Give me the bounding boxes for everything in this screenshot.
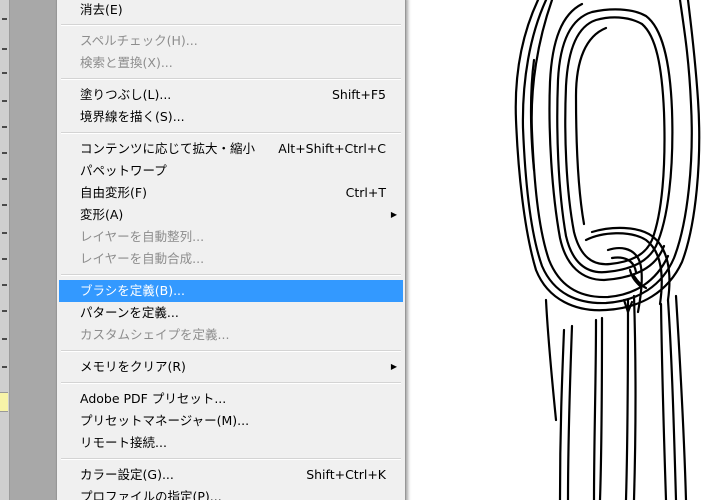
- menu-item-preset-manager[interactable]: プリセットマネージャー(M)...: [59, 410, 403, 432]
- menu-item-label: カスタムシェイプを定義...: [80, 327, 230, 342]
- triangle-right-icon: ▶: [390, 362, 397, 371]
- workspace-background: [10, 0, 56, 500]
- tool-icon[interactable]: [2, 152, 7, 154]
- menu-separator: [61, 132, 401, 134]
- menu-item-label: ブラシを定義(B)...: [80, 283, 185, 298]
- menu-item-find-replace[interactable]: 検索と置換(X)...: [59, 52, 403, 74]
- menu-item-spell-check[interactable]: スペルチェック(H)...: [59, 30, 403, 52]
- menu-item-label: コンテンツに応じて拡大・縮小: [80, 141, 256, 156]
- menu-separator: [61, 78, 401, 80]
- tool-icon[interactable]: [2, 366, 7, 368]
- triangle-right-icon: ▶: [390, 210, 397, 219]
- tool-icon[interactable]: [2, 310, 7, 312]
- tool-icon[interactable]: [2, 18, 7, 20]
- menu-item-shortcut: Ctrl+T: [345, 185, 386, 200]
- tools-panel[interactable]: [0, 0, 10, 500]
- menu-item-label: 検索と置換(X)...: [80, 55, 173, 70]
- menu-item-label: 自由変形(F): [80, 185, 147, 200]
- menu-item-stroke[interactable]: 境界線を描く(S)...: [59, 106, 403, 128]
- menu-item-label: パターンを定義...: [80, 305, 179, 320]
- menu-separator: [61, 24, 401, 26]
- menu-item-label: レイヤーを自動整列...: [80, 229, 205, 244]
- tool-icon[interactable]: [2, 284, 7, 286]
- menu-item-color-settings[interactable]: カラー設定(G)... Shift+Ctrl+K: [59, 464, 403, 486]
- menu-item-label: Adobe PDF プリセット...: [80, 391, 227, 406]
- menu-item-label: スペルチェック(H)...: [80, 33, 198, 48]
- menu-item-shortcut: Shift+Ctrl+K: [306, 467, 386, 482]
- menu-item-free-transform[interactable]: 自由変形(F) Ctrl+T: [59, 182, 403, 204]
- menu-item-content-aware-scale[interactable]: コンテンツに応じて拡大・縮小 Alt+Shift+Ctrl+C: [59, 138, 403, 160]
- tool-icon[interactable]: [2, 338, 7, 340]
- menu-item-shortcut: Alt+Shift+Ctrl+C: [278, 141, 386, 156]
- menu-item-label: メモリをクリア(R): [80, 359, 186, 374]
- menu-separator: [61, 274, 401, 276]
- foreground-color-swatch[interactable]: [0, 392, 8, 412]
- menu-item-fill[interactable]: 塗りつぶし(L)... Shift+F5: [59, 84, 403, 106]
- tool-icon[interactable]: [2, 232, 7, 234]
- menu-item-label: 塗りつぶし(L)...: [80, 87, 172, 102]
- menu-item-label: プリセットマネージャー(M)...: [80, 413, 250, 428]
- tool-icon[interactable]: [2, 258, 7, 260]
- menu-item-clear[interactable]: 消去(E): [59, 0, 403, 21]
- chain-sketch-drawing: [514, 0, 701, 500]
- menu-separator: [61, 382, 401, 384]
- tool-icon[interactable]: [2, 72, 7, 74]
- tool-icon[interactable]: [2, 100, 7, 102]
- photoshop-workspace: 消去(E) スペルチェック(H)... 検索と置換(X)... 塗りつぶし(L)…: [0, 0, 710, 500]
- menu-item-label: レイヤーを自動合成...: [80, 251, 205, 266]
- menu-item-auto-blend-layers[interactable]: レイヤーを自動合成...: [59, 248, 403, 270]
- tool-icon[interactable]: [2, 48, 7, 50]
- menu-item-shortcut: Shift+F5: [331, 87, 386, 102]
- menu-item-adobe-pdf-presets[interactable]: Adobe PDF プリセット...: [59, 388, 403, 410]
- menu-item-label: 消去(E): [80, 2, 123, 17]
- menu-separator: [61, 350, 401, 352]
- menu-item-purge[interactable]: メモリをクリア(R) ▶: [59, 356, 403, 378]
- menu-item-label: プロファイルの指定(P)...: [80, 489, 222, 500]
- tool-icon[interactable]: [2, 178, 7, 180]
- edit-menu-dropdown: 消去(E) スペルチェック(H)... 検索と置換(X)... 塗りつぶし(L)…: [56, 0, 406, 500]
- menu-item-define-pattern[interactable]: パターンを定義...: [59, 302, 403, 324]
- menu-item-label: 境界線を描く(S)...: [80, 109, 185, 124]
- menu-item-define-custom-shape[interactable]: カスタムシェイプを定義...: [59, 324, 403, 346]
- document-canvas[interactable]: [406, 0, 710, 500]
- menu-separator: [61, 458, 401, 460]
- menu-item-define-brush[interactable]: ブラシを定義(B)...: [59, 280, 403, 302]
- tool-icon[interactable]: [2, 204, 7, 206]
- menu-item-label: パペットワープ: [80, 163, 167, 178]
- menu-item-label: カラー設定(G)...: [80, 467, 174, 482]
- menu-item-puppet-warp[interactable]: パペットワープ: [59, 160, 403, 182]
- menu-item-transform[interactable]: 変形(A) ▶: [59, 204, 403, 226]
- menu-item-auto-align-layers[interactable]: レイヤーを自動整列...: [59, 226, 403, 248]
- menu-item-assign-profile[interactable]: プロファイルの指定(P)...: [59, 486, 403, 500]
- menu-item-remote-connections[interactable]: リモート接続...: [59, 432, 403, 454]
- menu-item-label: リモート接続...: [80, 435, 167, 450]
- menu-item-label: 変形(A): [80, 207, 124, 222]
- tool-icon[interactable]: [2, 126, 7, 128]
